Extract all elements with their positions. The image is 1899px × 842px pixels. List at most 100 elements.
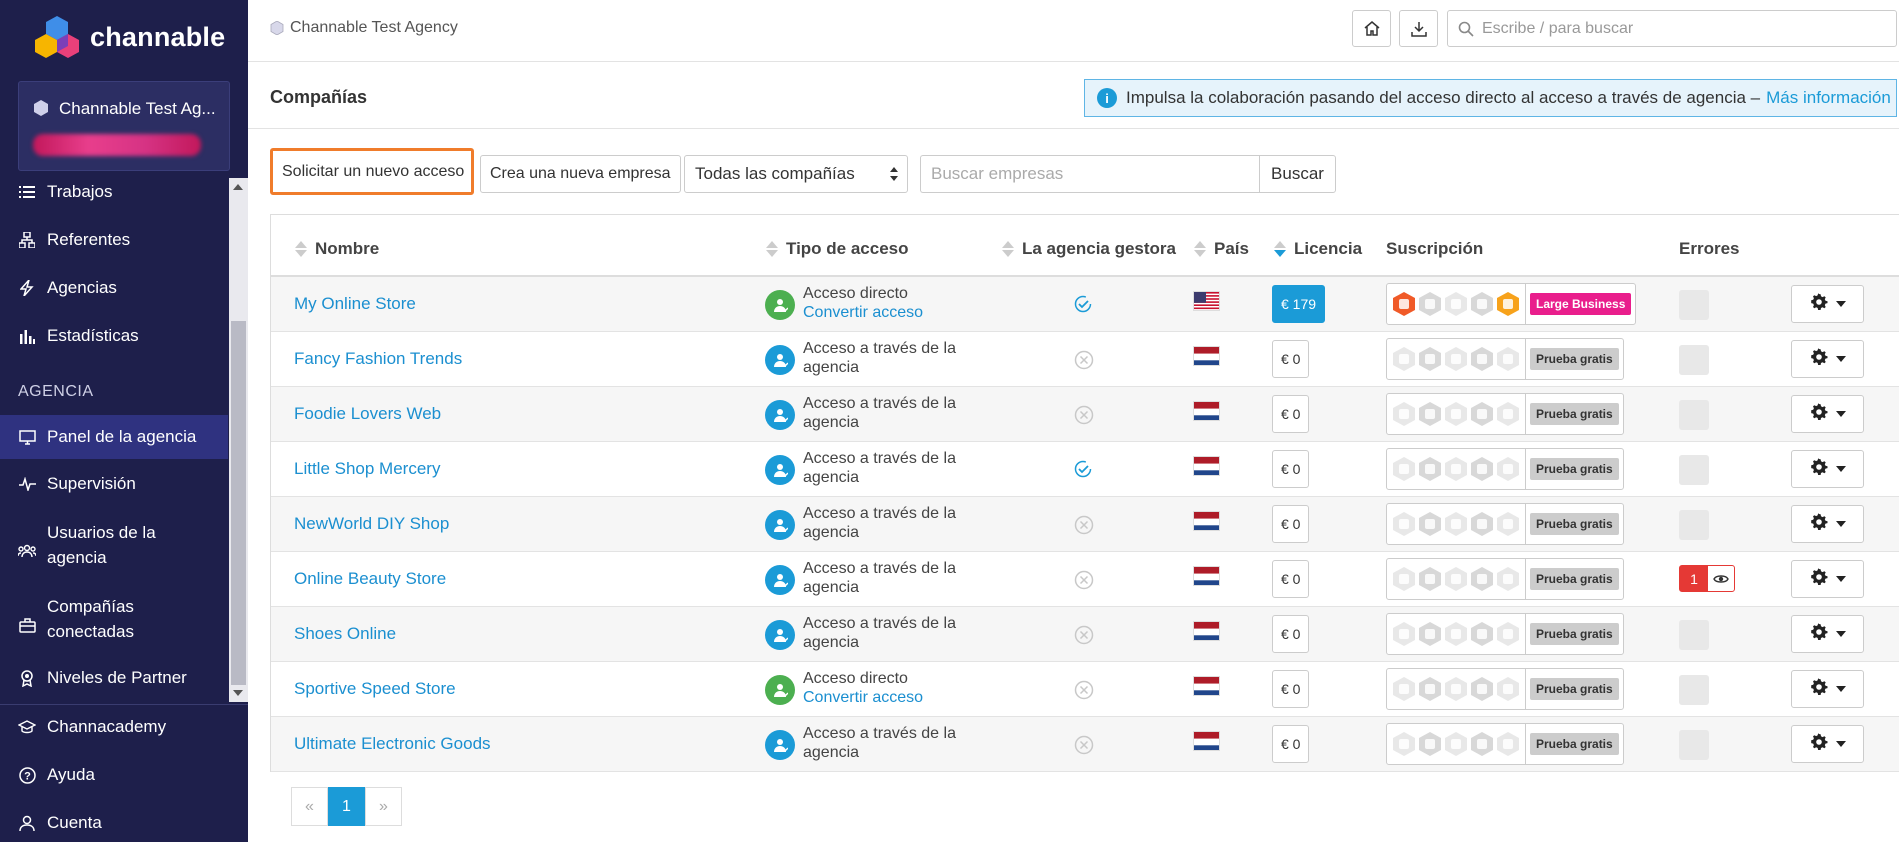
sidebar-item-cuenta[interactable]: Cuenta: [0, 813, 228, 833]
company-name-link[interactable]: Fancy Fashion Trends: [294, 349, 462, 369]
convert-access-link[interactable]: Convertir acceso: [803, 303, 978, 322]
sidebar-item-referentes[interactable]: Referentes: [0, 230, 228, 250]
sidebar-item-channacademy[interactable]: Channacademy: [0, 717, 228, 737]
row-actions-button[interactable]: [1791, 395, 1864, 433]
account-switcher[interactable]: Channable Test Ag...: [18, 81, 230, 171]
companies-table: Nombre Tipo de acceso La agencia gestora…: [270, 214, 1899, 772]
pulse-icon: [18, 477, 36, 491]
sidebar-item-ayuda[interactable]: ? Ayuda: [0, 765, 228, 785]
tag-icon: [1419, 732, 1441, 756]
company-name-link[interactable]: Little Shop Mercery: [294, 459, 440, 479]
license-badge[interactable]: € 0: [1272, 560, 1310, 598]
column-header-tipo-acceso[interactable]: Tipo de acceso: [766, 239, 909, 259]
company-name-link[interactable]: NewWorld DIY Shop: [294, 514, 449, 534]
company-filter-select[interactable]: Todas las compañías: [684, 155, 908, 193]
company-name-link[interactable]: Ultimate Electronic Goods: [294, 734, 491, 754]
agency-access-icon: [765, 730, 795, 760]
subscription-features[interactable]: Prueba gratis: [1386, 613, 1624, 655]
search-icon: [1458, 21, 1474, 37]
sidebar-scrollbar[interactable]: [229, 178, 248, 702]
license-badge[interactable]: € 0: [1272, 395, 1310, 433]
request-access-button[interactable]: Solicitar un nuevo acceso: [270, 148, 474, 195]
scroll-up-arrow-icon[interactable]: [233, 184, 243, 190]
license-badge[interactable]: € 0: [1272, 615, 1310, 653]
global-search-input[interactable]: Escribe / para buscar: [1447, 10, 1897, 47]
sidebar-item-usuarios[interactable]: Usuarios de la agencia: [0, 520, 228, 570]
access-type-label: Acceso a través de la agencia: [803, 615, 956, 651]
company-filter-value: Todas las compañías: [695, 164, 855, 183]
download-button[interactable]: [1399, 10, 1438, 47]
not-managing-x-icon: [1074, 515, 1094, 540]
not-managing-x-icon: [1074, 350, 1094, 375]
gear-icon: [1810, 457, 1828, 481]
pagination-prev[interactable]: «: [291, 787, 328, 826]
convert-access-link[interactable]: Convertir acceso: [803, 688, 978, 707]
access-type: Acceso a través de la agencia: [803, 504, 978, 542]
company-name-link[interactable]: Sportive Speed Store: [294, 679, 456, 699]
company-search-input[interactable]: Buscar empresas: [920, 155, 1260, 193]
license-badge[interactable]: € 0: [1272, 670, 1310, 708]
api-icon: [1497, 292, 1519, 316]
sidebar-item-niveles[interactable]: Niveles de Partner: [0, 668, 228, 688]
row-actions-button[interactable]: [1791, 505, 1864, 543]
row-actions-button[interactable]: [1791, 340, 1864, 378]
license-badge[interactable]: € 0: [1272, 450, 1310, 488]
sidebar-item-estadisticas[interactable]: Estadísticas: [0, 326, 228, 346]
not-managing-x-icon: [1074, 625, 1094, 650]
license-badge[interactable]: € 0: [1272, 505, 1310, 543]
column-header-licencia[interactable]: Licencia: [1274, 239, 1362, 259]
tag-icon: [1419, 622, 1441, 646]
row-actions-button[interactable]: [1791, 670, 1864, 708]
sidebar-item-companias[interactable]: Compañías conectadas: [0, 594, 228, 644]
breadcrumb[interactable]: Channable Test Agency: [270, 19, 458, 37]
more-info-link[interactable]: Más información: [1766, 88, 1891, 108]
row-actions-button[interactable]: [1791, 450, 1864, 488]
api-icon: [1497, 622, 1519, 646]
subscription-features[interactable]: Prueba gratis: [1386, 503, 1624, 545]
access-type: Acceso a través de la agencia: [803, 614, 978, 652]
api-icon: [1497, 402, 1519, 426]
subscription-features[interactable]: Prueba gratis: [1386, 723, 1624, 765]
subscription-features[interactable]: Large Business: [1386, 283, 1637, 325]
subscription-features[interactable]: Prueba gratis: [1386, 393, 1624, 435]
table-row: Ultimate Electronic Goods Acceso a través…: [271, 717, 1899, 772]
sidebar-item-label: Agencias: [47, 278, 117, 297]
scrollbar-thumb[interactable]: [231, 321, 246, 685]
company-name-link[interactable]: My Online Store: [294, 294, 416, 314]
eye-icon[interactable]: [1708, 566, 1734, 591]
search-button[interactable]: Buscar: [1259, 155, 1336, 193]
column-header-agencia-gestora[interactable]: La agencia gestora: [1002, 239, 1176, 259]
company-name-link[interactable]: Foodie Lovers Web: [294, 404, 441, 424]
pagination-page-1[interactable]: 1: [328, 787, 365, 826]
row-actions-button[interactable]: [1791, 560, 1864, 598]
sidebar-item-supervision[interactable]: Supervisión: [0, 474, 228, 494]
sidebar-item-label: Compañías conectadas: [47, 597, 134, 641]
channable-logo[interactable]: channable: [34, 14, 225, 60]
row-actions-button[interactable]: [1791, 725, 1864, 763]
license-badge[interactable]: € 0: [1272, 725, 1310, 763]
column-header-nombre[interactable]: Nombre: [295, 239, 379, 259]
nl-flag-icon: [1193, 456, 1220, 476]
row-actions-button[interactable]: [1791, 285, 1864, 323]
new-company-button[interactable]: Crea una nueva empresa: [480, 155, 681, 193]
home-button[interactable]: [1352, 10, 1391, 47]
pagination-next[interactable]: »: [365, 787, 402, 826]
sidebar-item-agencias[interactable]: Agencias: [0, 278, 228, 298]
sidebar-item-trabajos[interactable]: Trabajos: [0, 182, 228, 202]
column-header-pais[interactable]: País: [1194, 239, 1249, 259]
company-name-link[interactable]: Shoes Online: [294, 624, 396, 644]
sidebar-item-label: Ayuda: [47, 765, 95, 784]
subscription-features[interactable]: Prueba gratis: [1386, 558, 1624, 600]
subscription-features[interactable]: Prueba gratis: [1386, 338, 1624, 380]
sidebar-item-panel-agencia[interactable]: Panel de la agencia: [0, 415, 228, 459]
errors-badge[interactable]: 1: [1679, 565, 1735, 592]
license-badge[interactable]: € 0: [1272, 340, 1310, 378]
agency-access-icon: [765, 400, 795, 430]
subscription-features[interactable]: Prueba gratis: [1386, 448, 1624, 490]
company-name-link[interactable]: Online Beauty Store: [294, 569, 446, 589]
table-row: My Online Store Acceso directo Convertir a…: [271, 277, 1899, 332]
scroll-down-arrow-icon[interactable]: [233, 690, 243, 696]
license-badge[interactable]: € 179: [1272, 285, 1326, 323]
subscription-features[interactable]: Prueba gratis: [1386, 668, 1624, 710]
row-actions-button[interactable]: [1791, 615, 1864, 653]
